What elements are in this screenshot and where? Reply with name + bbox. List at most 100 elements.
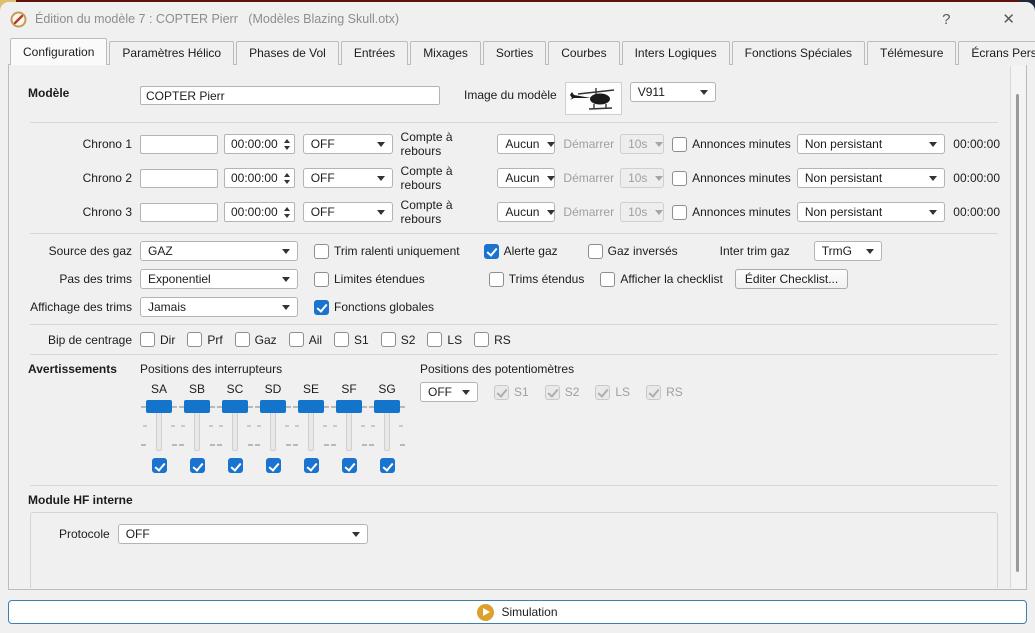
show-checklist-check: Afficher la checklist — [600, 272, 723, 287]
tab-telemesure[interactable]: Télémesure — [867, 41, 956, 65]
trim-step-select[interactable]: Exponentiel — [140, 269, 298, 289]
timer1-switch-select[interactable]: OFF — [303, 134, 393, 154]
timer1-persistence-select[interactable]: Non persistant — [797, 134, 945, 154]
throttle-warning-checkbox[interactable] — [484, 244, 499, 259]
switch-sg-slider[interactable] — [368, 399, 406, 453]
switch-sf-slider[interactable] — [330, 399, 368, 453]
tab-parametres-helico[interactable]: Paramètres Hélico — [109, 41, 234, 65]
throttle-trim-switch-select[interactable]: TrmG — [814, 241, 882, 261]
scroll-area: Modèle Image du modèle V911 — [10, 66, 1011, 588]
beep-prf-checkbox[interactable] — [187, 332, 202, 347]
spinner-up-icon[interactable] — [284, 139, 290, 143]
tab-inters-logiques[interactable]: Inters Logiques — [622, 41, 730, 65]
model-image[interactable] — [565, 82, 622, 115]
center-beep-label: Bip de centrage — [28, 333, 132, 347]
switch-sa-checkbox[interactable] — [152, 458, 167, 473]
tab-sorties[interactable]: Sorties — [483, 41, 546, 65]
tab-ecrans-personnalises[interactable]: Écrans Personnalisés — [958, 41, 1035, 65]
model-image-select-value: V911 — [638, 85, 665, 99]
help-button[interactable]: ? — [936, 11, 956, 28]
protocol-label: Protocole — [59, 527, 110, 541]
timer2-countdown-label: Compte à rebours — [401, 164, 492, 192]
timer3-countdown-select[interactable]: Aucun — [497, 202, 555, 222]
spinner-up-icon[interactable] — [284, 207, 290, 211]
slider-handle[interactable] — [184, 400, 210, 413]
throttle-source-select[interactable]: GAZ — [140, 241, 298, 261]
beep-gaz-checkbox[interactable] — [235, 332, 250, 347]
timer2-time-spinner[interactable]: 00:00:00 — [224, 168, 295, 188]
timer1-minutes-checkbox[interactable] — [672, 137, 687, 152]
switch-sb-slider[interactable] — [178, 399, 216, 453]
switch-sd-slider[interactable] — [254, 399, 292, 453]
pot-positions-select[interactable]: OFF — [420, 382, 478, 402]
tab-mixages[interactable]: Mixages — [410, 41, 481, 65]
throttle-reversed-checkbox[interactable] — [588, 244, 603, 259]
extended-trims-checkbox[interactable] — [489, 272, 504, 287]
tab-configuration[interactable]: Configuration — [10, 38, 107, 65]
timer2-persistence-select[interactable]: Non persistant — [797, 168, 945, 188]
slider-handle[interactable] — [298, 400, 324, 413]
timer1-countdown-select[interactable]: Aucun — [497, 134, 555, 154]
timer3-time-spinner[interactable]: 00:00:00 — [224, 202, 295, 222]
timer3-name-input[interactable] — [140, 203, 218, 222]
separator — [30, 354, 998, 355]
beep-rs-checkbox[interactable] — [474, 332, 489, 347]
scrollbar-thumb[interactable] — [1016, 94, 1019, 572]
timer2-name-input[interactable] — [140, 169, 218, 188]
timer2-minutes-checkbox[interactable] — [672, 171, 687, 186]
throttle-trim-idle-checkbox[interactable] — [314, 244, 329, 259]
spinner-up-icon[interactable] — [284, 173, 290, 177]
spinner-down-icon[interactable] — [284, 214, 290, 218]
protocol-select[interactable]: OFF — [118, 524, 368, 544]
extended-limits-checkbox[interactable] — [314, 272, 329, 287]
extended-limits-label: Limites étendues — [334, 272, 425, 286]
throttle-trim-switch-label: Inter trim gaz — [720, 244, 790, 258]
model-name-input[interactable] — [140, 86, 440, 105]
slider-handle[interactable] — [336, 400, 362, 413]
timer2-time-value: 00:00:00 — [231, 171, 278, 185]
slider-handle[interactable] — [260, 400, 286, 413]
switch-sg-checkbox[interactable] — [380, 458, 395, 473]
switch-sc: SC — [216, 382, 254, 473]
vertical-scrollbar[interactable] — [1012, 66, 1025, 588]
timer2-switch-select[interactable]: OFF — [303, 168, 393, 188]
slider-handle[interactable] — [374, 400, 400, 413]
beep-s2-checkbox[interactable] — [381, 332, 396, 347]
close-button[interactable]: ✕ — [996, 10, 1021, 28]
timer1-time-spinner[interactable]: 00:00:00 — [224, 134, 295, 154]
tab-entrees[interactable]: Entrées — [341, 41, 408, 65]
simulation-button[interactable]: Simulation — [8, 600, 1027, 624]
timer2-countdown-select[interactable]: Aucun — [497, 168, 555, 188]
tab-phases-de-vol[interactable]: Phases de Vol — [236, 41, 339, 65]
beep-dir-checkbox[interactable] — [140, 332, 155, 347]
beep-ls-checkbox[interactable] — [427, 332, 442, 347]
tab-fonctions-speciales[interactable]: Fonctions Spéciales — [732, 41, 865, 65]
slider-handle[interactable] — [222, 400, 248, 413]
switch-sf-checkbox[interactable] — [342, 458, 357, 473]
tab-courbes[interactable]: Courbes — [548, 41, 619, 65]
timer3-minutes-checkbox[interactable] — [672, 205, 687, 220]
spinner-down-icon[interactable] — [284, 146, 290, 150]
beep-dir-check: Dir — [140, 332, 175, 347]
edit-checklist-button[interactable]: Éditer Checklist... — [735, 269, 848, 289]
model-image-select[interactable]: V911 — [630, 82, 716, 102]
switch-se-slider[interactable] — [292, 399, 330, 453]
show-checklist-checkbox[interactable] — [600, 272, 615, 287]
slider-handle[interactable] — [146, 400, 172, 413]
spinner-down-icon[interactable] — [284, 180, 290, 184]
switch-sc-slider[interactable] — [216, 399, 254, 453]
switch-sc-checkbox[interactable] — [228, 458, 243, 473]
switch-sb-checkbox[interactable] — [190, 458, 205, 473]
spinner-arrows — [284, 139, 290, 150]
timer1-name-input[interactable] — [140, 135, 218, 154]
switch-sa-slider[interactable] — [140, 399, 178, 453]
beep-ail-checkbox[interactable] — [289, 332, 304, 347]
timer3-persistence-select[interactable]: Non persistant — [797, 202, 945, 222]
global-functions-checkbox[interactable] — [314, 300, 329, 315]
switch-sd-checkbox[interactable] — [266, 458, 281, 473]
trim-display-select[interactable]: Jamais — [140, 297, 298, 317]
beep-s1-checkbox[interactable] — [334, 332, 349, 347]
timer1-start-select: 10s — [620, 134, 664, 154]
switch-se-checkbox[interactable] — [304, 458, 319, 473]
timer3-switch-select[interactable]: OFF — [303, 202, 393, 222]
